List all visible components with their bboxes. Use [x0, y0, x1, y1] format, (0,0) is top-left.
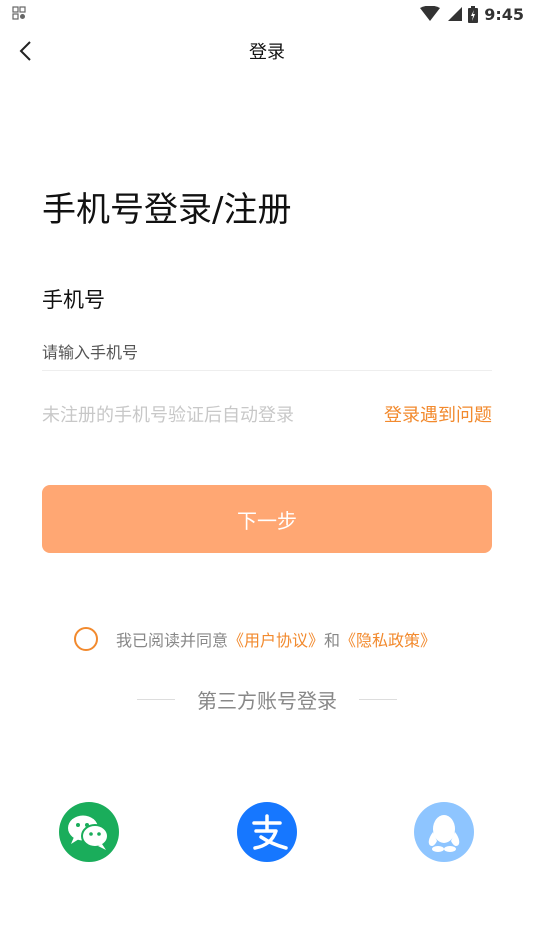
page-title: 手机号登录/注册	[42, 190, 292, 230]
phone-input[interactable]	[42, 334, 492, 371]
agreement-prefix: 我已阅读并同意	[116, 631, 229, 650]
divider-line-right	[359, 698, 397, 700]
login-problem-link[interactable]: 登录遇到问题	[384, 401, 492, 427]
app-notification-icon	[12, 6, 26, 20]
qq-icon	[428, 815, 460, 852]
alipay-login-button[interactable]	[237, 802, 297, 862]
third-party-label: 第三方账号登录	[197, 688, 337, 713]
qq-login-button[interactable]	[414, 802, 474, 862]
divider-line-left	[137, 698, 175, 700]
status-time: 9:45	[484, 4, 524, 24]
auto-register-hint: 未注册的手机号验证后自动登录	[42, 405, 294, 426]
wifi-icon	[420, 6, 441, 21]
wechat-icon	[68, 815, 109, 850]
back-button[interactable]	[10, 36, 40, 66]
chevron-left-icon	[19, 41, 31, 61]
agreement-checkbox[interactable]	[74, 627, 98, 651]
signal-icon	[448, 7, 463, 21]
user-agreement-link[interactable]: 《用户协议》	[228, 627, 324, 651]
header-title: 登录	[249, 42, 285, 63]
agreement-and: 和	[324, 631, 341, 650]
phone-label: 手机号	[42, 288, 105, 312]
battery-icon	[468, 5, 479, 23]
privacy-policy-link[interactable]: 《隐私政策》	[340, 627, 436, 651]
wechat-login-button[interactable]	[59, 802, 119, 862]
status-indicators: 9:45	[420, 4, 524, 24]
third-party-divider: 第三方账号登录	[0, 682, 534, 716]
agreement-row: 我已阅读并同意 《用户协议》 和 《隐私政策》	[74, 624, 436, 654]
alipay-icon	[252, 814, 288, 850]
status-bar: 9:45	[0, 0, 534, 28]
next-step-button[interactable]: 下一步	[42, 485, 492, 553]
